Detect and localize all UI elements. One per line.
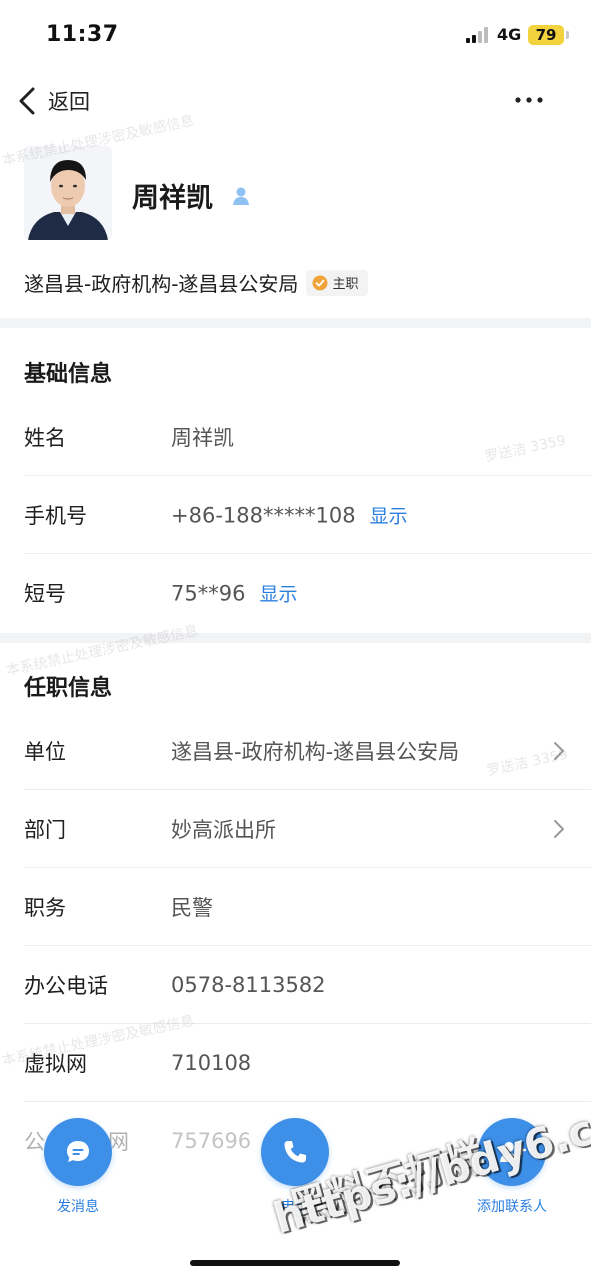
send-message-label: 发消息 xyxy=(57,1199,99,1215)
row-label: 姓名 xyxy=(24,426,66,450)
signal-icon xyxy=(466,27,488,43)
show-short-number-link[interactable]: 显示 xyxy=(259,584,297,606)
avatar-photo xyxy=(24,146,112,240)
unit-line: 遂昌县-政府机构-遂昌县公安局 主职 xyxy=(24,268,369,297)
back-label: 返回 xyxy=(48,90,90,114)
person-icon xyxy=(233,187,249,205)
row-label: 职务 xyxy=(24,896,66,920)
row-value-wrapper: 75**96 显示 xyxy=(171,580,297,607)
info-row-virtual-network: 虚拟网 710108 xyxy=(0,1024,591,1102)
info-row-unit[interactable]: 单位 遂昌县-政府机构-遂昌县公安局 xyxy=(0,712,591,790)
job-info-title: 任职信息 xyxy=(24,676,113,701)
call-label: 电话 xyxy=(281,1199,309,1215)
info-row-mobile: 手机号 +86-188*****108 显示 xyxy=(0,476,591,554)
send-message-button[interactable]: 发消息 xyxy=(18,1110,138,1216)
row-value-wrapper: +86-188*****108 显示 xyxy=(171,502,408,529)
unit-text: 遂昌县-政府机构-遂昌县公安局 xyxy=(24,272,299,296)
action-bar: 发消息 电话 添加联系人 xyxy=(0,1110,591,1220)
chevron-left-icon xyxy=(19,87,35,115)
short-number: 75**96 xyxy=(171,581,246,606)
row-label: 办公电话 xyxy=(24,974,108,998)
phone-icon xyxy=(284,1141,306,1163)
info-row-name: 姓名 周祥凯 xyxy=(0,398,591,476)
profile-name: 周祥凯 xyxy=(132,183,213,214)
status-bar: 11:37 4G 79 xyxy=(0,0,591,70)
show-mobile-link[interactable]: 显示 xyxy=(370,506,408,528)
back-button[interactable]: 返回 xyxy=(16,84,90,118)
battery-tip xyxy=(566,31,569,39)
chevron-right-icon xyxy=(554,820,564,838)
row-value: 妙高派出所 xyxy=(171,818,276,842)
action-circle xyxy=(478,1118,546,1186)
row-value: 周祥凯 xyxy=(171,426,234,450)
chevron-right-icon xyxy=(554,742,564,760)
action-circle xyxy=(261,1118,329,1186)
verified-check-icon xyxy=(312,275,328,290)
profile-header: 周祥凯 遂昌县-政府机构-遂昌县公安局 主职 xyxy=(0,132,591,318)
info-row-department[interactable]: 部门 妙高派出所 xyxy=(0,790,591,868)
call-button[interactable]: 电话 xyxy=(235,1110,355,1216)
row-value: 710108 xyxy=(171,1051,252,1075)
chat-bubble-icon xyxy=(67,1141,89,1162)
row-label: 短号 xyxy=(24,582,66,606)
row-label: 手机号 xyxy=(24,504,87,528)
action-circle xyxy=(44,1118,112,1186)
badge-label: 主职 xyxy=(332,277,359,292)
network-type: 4G xyxy=(497,25,522,44)
row-label: 虚拟网 xyxy=(24,1052,87,1076)
avatar[interactable] xyxy=(24,146,112,240)
info-row-office-phone: 办公电话 0578-8113582 xyxy=(0,946,591,1024)
nav-bar: 返回 xyxy=(0,70,591,132)
add-contact-button[interactable]: 添加联系人 xyxy=(452,1110,572,1216)
section-divider xyxy=(0,318,591,328)
home-indicator xyxy=(190,1260,400,1266)
battery-icon: 79 xyxy=(528,25,564,45)
add-contact-label: 添加联系人 xyxy=(477,1199,547,1215)
info-row-short-number: 短号 75**96 显示 xyxy=(0,554,591,632)
primary-position-badge: 主职 xyxy=(306,269,369,296)
more-button[interactable] xyxy=(510,86,548,114)
more-horizontal-icon xyxy=(515,97,543,103)
status-time: 11:37 xyxy=(46,22,119,47)
row-value: 0578-8113582 xyxy=(171,973,326,997)
row-value: 民警 xyxy=(171,896,213,920)
row-value: 遂昌县-政府机构-遂昌县公安局 xyxy=(171,740,460,764)
basic-info-title: 基础信息 xyxy=(24,362,113,387)
info-row-position: 职务 民警 xyxy=(0,868,591,946)
row-label: 单位 xyxy=(24,740,66,764)
section-divider xyxy=(0,633,591,643)
add-contact-icon xyxy=(500,1142,527,1162)
row-label: 部门 xyxy=(24,818,66,842)
mobile-number: +86-188*****108 xyxy=(171,503,356,528)
